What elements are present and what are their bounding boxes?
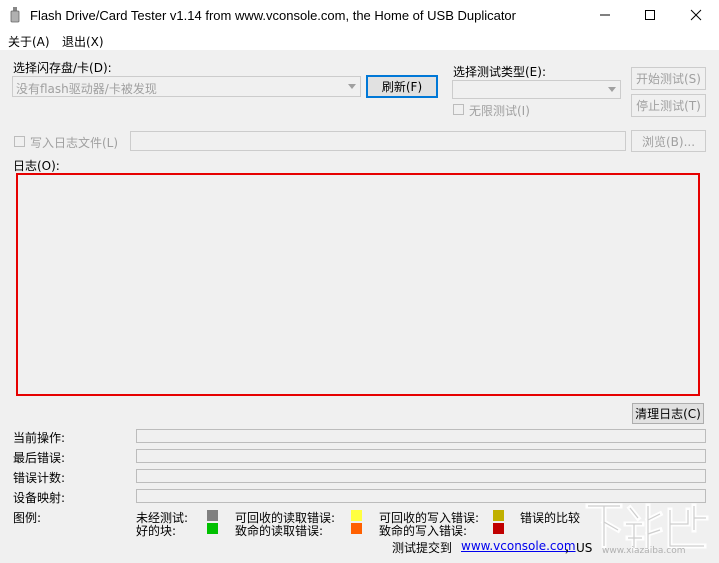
current-operation-field	[136, 429, 706, 443]
last-error-field	[136, 449, 706, 463]
usb-drive-icon	[10, 7, 20, 23]
legend-good-label: 好的块:	[136, 524, 177, 538]
close-button[interactable]	[673, 0, 719, 30]
menu-about[interactable]: 关于(A)	[8, 33, 50, 50]
legend-recoverable-write-swatch	[493, 510, 504, 521]
legend-label: 图例:	[13, 511, 42, 525]
footer-prefix: 测试提交到	[392, 541, 453, 555]
legend-compare-error-label: 错误的比较	[520, 511, 581, 525]
device-map-label: 设备映射:	[13, 491, 66, 505]
legend-recoverable-read-swatch	[351, 510, 362, 521]
test-type-select[interactable]	[452, 80, 621, 99]
vconsole-link[interactable]: www.vconsole.com	[461, 539, 576, 553]
legend-untested-swatch	[207, 510, 218, 521]
maximize-icon	[645, 10, 655, 20]
legend-fatal-read-label: 致命的读取错误:	[235, 524, 324, 538]
refresh-button[interactable]: 刷新(F)	[366, 75, 438, 98]
clear-log-button[interactable]: 清理日志(C)	[632, 403, 704, 424]
menu-bar	[0, 30, 719, 50]
browse-button[interactable]: 浏览(B)...	[631, 130, 706, 152]
legend-good-swatch	[207, 523, 218, 534]
stop-test-button[interactable]: 停止测试(T)	[631, 94, 706, 117]
log-label: 日志(O):	[13, 159, 60, 173]
start-test-button[interactable]: 开始测试(S)	[631, 67, 706, 90]
drive-select-value: 没有flash驱动器/卡被发现	[16, 82, 157, 96]
minimize-icon	[600, 14, 610, 16]
unlimited-test-checkbox[interactable]	[453, 104, 464, 115]
write-log-file-label: 写入日志文件(L)	[30, 136, 119, 150]
error-count-field	[136, 469, 706, 483]
chevron-down-icon	[344, 77, 360, 96]
write-log-file-checkbox[interactable]	[14, 136, 25, 147]
error-count-label: 错误计数:	[13, 471, 66, 485]
chevron-down-icon	[604, 81, 620, 98]
legend-fatal-write-label: 致命的写入错误:	[379, 524, 468, 538]
log-file-path-input[interactable]	[130, 131, 626, 151]
xiazaiba-watermark: www.xiazaiba.com	[584, 500, 714, 560]
minimize-button[interactable]	[582, 0, 628, 30]
menu-exit[interactable]: 退出(X)	[62, 33, 104, 50]
legend-fatal-read-swatch	[351, 523, 362, 534]
current-operation-label: 当前操作:	[13, 431, 66, 445]
close-icon	[690, 9, 702, 21]
test-type-label: 选择测试类型(E):	[453, 65, 546, 79]
last-error-label: 最后错误:	[13, 451, 66, 465]
legend-fatal-write-swatch	[493, 523, 504, 534]
drive-select[interactable]: 没有flash驱动器/卡被发现	[12, 76, 361, 97]
log-textarea[interactable]	[16, 173, 700, 396]
maximize-button[interactable]	[627, 0, 673, 30]
unlimited-test-label: 无限测试(I)	[469, 104, 530, 118]
watermark-url: www.xiazaiba.com	[602, 546, 686, 556]
window-title: Flash Drive/Card Tester v1.14 from www.v…	[30, 8, 516, 23]
drive-select-label: 选择闪存盘/卡(D):	[13, 61, 112, 75]
